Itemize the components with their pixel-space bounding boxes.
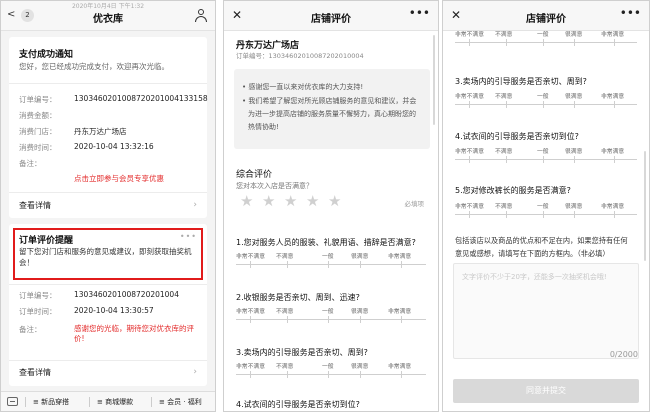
- rating-scale[interactable]: 非常不满意 不满意 一般 很满意 非常满意: [236, 361, 426, 381]
- nav-bar: < 2 2020年10月4日 下午1:32 优衣库: [1, 1, 215, 31]
- question-3: 3.卖场内的引导服务是否亲切、周到?: [455, 77, 587, 86]
- view-details-link[interactable]: 查看详情 ›: [19, 367, 197, 378]
- view-details-link[interactable]: 查看详情 ›: [19, 200, 197, 211]
- star-icon[interactable]: ★: [284, 192, 297, 210]
- remark-row: 备注：: [19, 159, 42, 168]
- remark-row: 备注： 感谢您的光临，期待您对优衣库的评价!: [19, 324, 194, 343]
- bottom-menu-bar: ≡ 新品穿搭 ≡ 商城爆款 ≡ 会员 · 福利: [1, 391, 215, 411]
- amount-row: 消费金额：: [19, 111, 57, 120]
- thank-you-notice: • 感谢您一直以来对优衣库的大力支持! • 我们希望了解您对所光顾店铺服务的意见…: [234, 69, 430, 149]
- more-icon[interactable]: •••: [180, 232, 197, 241]
- overall-rating-title: 综合评价: [236, 170, 273, 180]
- submit-button[interactable]: 同意并提交: [453, 379, 639, 403]
- question-2: 2.收银服务是否亲切、周到、迅速?: [236, 293, 360, 302]
- payment-notification-card: 支付成功通知 您好，您已经成功完成支付，欢迎再次光临。 订单编号： 1303460…: [9, 37, 208, 218]
- rating-scale[interactable]: 非常不满意 不满意 一般 很满意 非常满意: [455, 146, 637, 166]
- menu-tab-new-arrivals[interactable]: ≡ 新品穿搭: [33, 397, 69, 407]
- timestamp: 2020年10月4日 下午1:32: [71, 3, 145, 10]
- time-row: 消费时间： 2020-10-04 13:32:16: [19, 142, 154, 152]
- feedback-textarea[interactable]: 文字评价不少于20字，还能多一次抽奖机会哦! 0/2000: [453, 263, 639, 359]
- question-1: 1.您对服务人员的服装、礼貌用语、措辞是否满意?: [236, 238, 416, 247]
- nav-bar: ✕ 店铺评价 •••: [443, 1, 649, 31]
- review-reminder-card[interactable]: ••• 订单评价提醒 留下您对门店和服务的意见或建议，即刻获取抽奖机会！ 订单编…: [9, 224, 207, 386]
- question-4: 4.试衣间的引导服务是否亲切到位?: [236, 400, 360, 409]
- overall-rating-question: 您对本次入店是否满意？: [236, 182, 313, 190]
- question-4: 4.试衣间的引导服务是否亲切到位?: [455, 132, 579, 141]
- menu-icon: ≡: [97, 398, 106, 406]
- question-5: 5.您对修改裤长的服务是否满意?: [455, 186, 571, 195]
- star-icon[interactable]: ★: [262, 192, 275, 210]
- keyboard-icon[interactable]: [7, 397, 18, 406]
- page-title: 店铺评价: [526, 14, 566, 25]
- star-icon[interactable]: ★: [240, 192, 253, 210]
- rating-scale[interactable]: 非常不满意 不满意 一般 很满意 非常满意: [455, 29, 637, 49]
- divider: [9, 284, 207, 285]
- star-icon[interactable]: ★: [306, 192, 319, 210]
- order-time-row: 订单时间： 2020-10-04 13:30:57: [19, 306, 154, 316]
- notice-line: 我们希望了解您对所光顾店铺服务的意见和建议，并会: [248, 97, 417, 105]
- notice-line: 感谢您一直以来对优衣库的大力支持!: [248, 83, 364, 91]
- feedback-instructions: 包括该店以及商品的优点和不足在内，如果您持有任何 意见或感想，请填写在下面的方框…: [455, 236, 628, 258]
- chevron-right-icon: ›: [193, 200, 197, 210]
- profile-icon[interactable]: [195, 9, 207, 22]
- textarea-placeholder: 文字评价不少于20字，还能多一次抽奖机会哦!: [462, 273, 607, 281]
- rating-scale[interactable]: 非常不满意 不满意 一般 很满意 非常满意: [236, 306, 426, 326]
- card-description: 留下您对门店和服务的意见或建议，即刻获取抽奖机会！: [19, 247, 192, 267]
- divider: [9, 192, 207, 193]
- card-title: 订单评价提醒: [19, 236, 74, 246]
- more-icon[interactable]: •••: [409, 6, 430, 20]
- divider: [9, 360, 207, 361]
- order-number: 订单编号：13034602010087202010004: [236, 52, 364, 60]
- page-title: 店铺评价: [311, 14, 351, 25]
- question-3: 3.卖场内的引导服务是否亲切、周到?: [236, 348, 368, 357]
- scrollbar[interactable]: [644, 151, 646, 261]
- promo-link[interactable]: 点击立即参与会员专享优惠: [74, 173, 164, 184]
- rating-scale[interactable]: 非常不满意 不满意 一般 很满意 非常满意: [236, 251, 426, 271]
- required-label: 必填项: [404, 200, 425, 208]
- phone-screen-review-bottom: ✕ 店铺评价 ••• 非常不满意 不满意 一般 很满意 非常满意 3.卖场内的引导服务是…: [442, 0, 650, 412]
- order-number-row: 订单编号： 1303460201008720201004: [19, 290, 179, 300]
- chevron-right-icon: ›: [193, 367, 197, 377]
- scrollbar[interactable]: [433, 35, 435, 125]
- promo-row[interactable]: 点击立即参与会员专享优惠: [19, 173, 203, 185]
- page-title: 优衣库: [93, 14, 123, 25]
- character-counter: 0/2000: [609, 350, 638, 359]
- menu-icon: ≡: [159, 398, 168, 406]
- menu-icon: ≡: [33, 398, 42, 406]
- rating-scale[interactable]: 非常不满意 不满意 一般 很满意 非常满意: [455, 201, 637, 221]
- notice-line: 为进一步提高店铺的服务质量不懈努力，真心期盼您的: [248, 110, 416, 118]
- phone-screen-notifications: < 2 2020年10月4日 下午1:32 优衣库 支付成功通知 您好，您已经成…: [0, 0, 216, 412]
- card-title: 支付成功通知: [19, 50, 74, 60]
- store-row: 消费门店： 丹东万达广场店: [19, 127, 127, 136]
- nav-bar: ✕ 店铺评价 •••: [224, 1, 438, 31]
- card-description: 您好，您已经成功完成支付，欢迎再次光临。: [19, 62, 169, 71]
- rating-scale[interactable]: 非常不满意 不满意 一般 很满意 非常满意: [455, 91, 637, 111]
- notice-line: 热情协助!: [248, 123, 279, 131]
- phone-screen-review-top: ✕ 店铺评价 ••• 丹东万达广场店 订单编号：1303460201008720…: [223, 0, 439, 412]
- more-icon[interactable]: •••: [620, 6, 641, 20]
- menu-tab-hot-items[interactable]: ≡ 商城爆款: [97, 397, 133, 407]
- star-icon[interactable]: ★: [328, 192, 341, 210]
- menu-tab-member[interactable]: ≡ 会员 · 福利: [159, 397, 202, 407]
- order-number-row: 订单编号： 13034602010087202010041331​58: [19, 94, 208, 104]
- divider: [9, 83, 207, 84]
